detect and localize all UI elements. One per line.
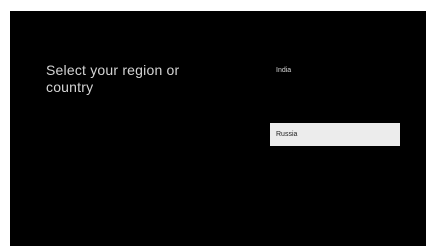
page-title: Select your region or country <box>46 62 180 95</box>
region-option-russia[interactable]: Russia <box>270 123 400 146</box>
region-option[interactable] <box>270 187 400 210</box>
region-option-india[interactable]: India <box>270 59 400 82</box>
region-option-label: India <box>276 67 292 74</box>
region-setup-screen: Select your region or country India Russ… <box>10 11 426 246</box>
region-option[interactable] <box>270 155 400 178</box>
region-option-label: Russia <box>276 131 298 138</box>
region-option[interactable] <box>270 91 400 114</box>
screenshot-frame: Select your region or country India Russ… <box>0 0 434 246</box>
region-list[interactable]: India Russia <box>270 59 400 246</box>
region-option[interactable] <box>270 219 400 242</box>
